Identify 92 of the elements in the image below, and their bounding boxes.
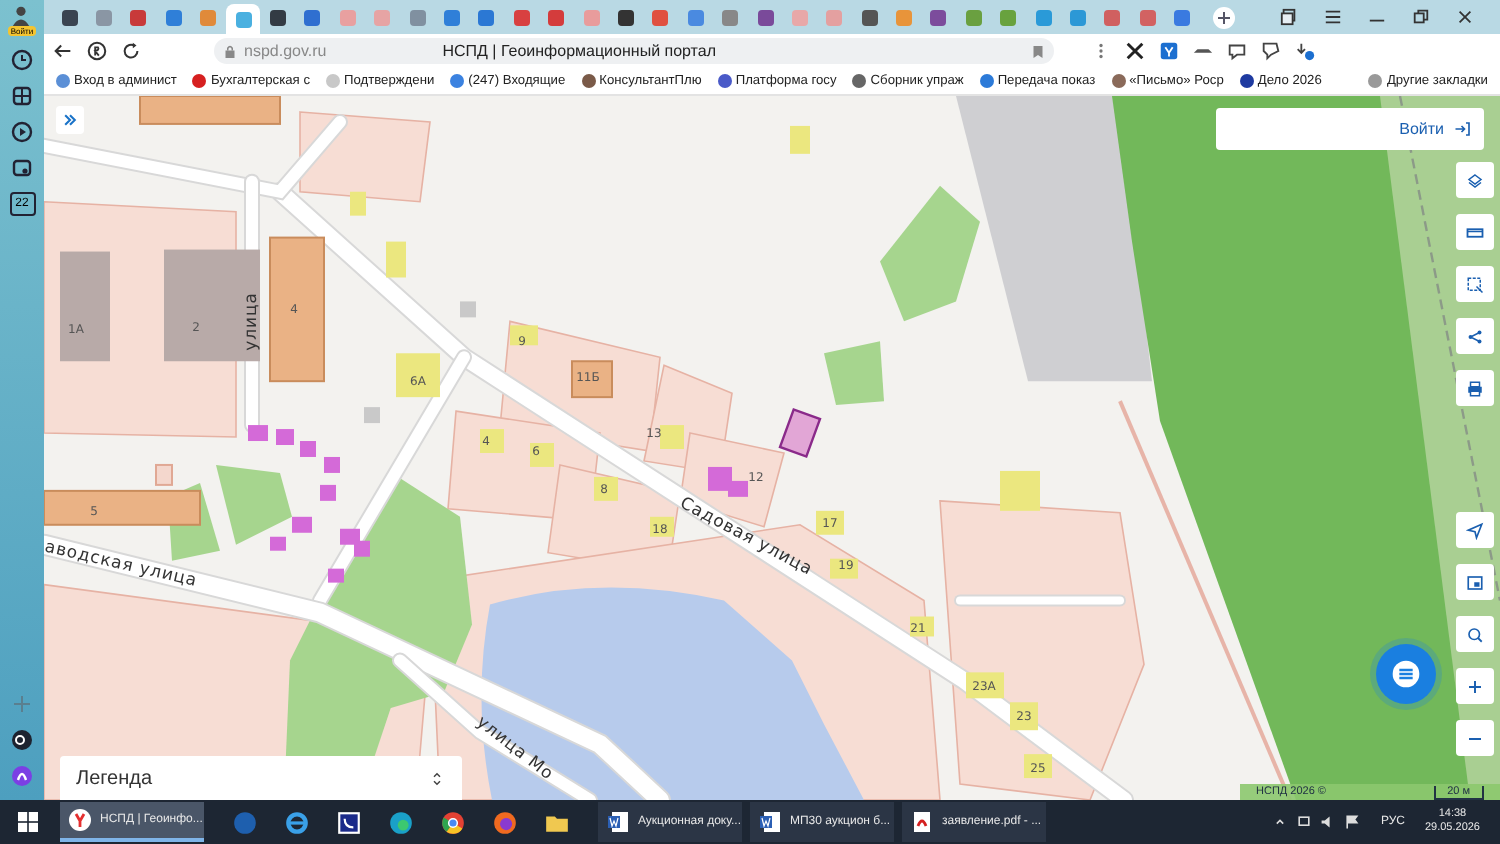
building	[966, 672, 1004, 699]
minimap-button[interactable]	[1456, 564, 1494, 600]
chat-icon	[1390, 658, 1422, 690]
chevron-up-icon[interactable]	[1272, 814, 1289, 830]
word-document-icon	[758, 810, 782, 834]
building	[910, 616, 934, 637]
building	[594, 476, 618, 501]
phone-icon[interactable]	[336, 809, 362, 835]
building	[790, 125, 810, 154]
image-icon[interactable]	[10, 156, 34, 180]
plus-icon	[1466, 677, 1484, 695]
page-title: НСПД | Геоинформационный портал	[440, 42, 718, 60]
login-icon	[1454, 120, 1472, 138]
new-tab-icon[interactable]	[1211, 5, 1236, 29]
navigation-arrow-icon	[1466, 521, 1484, 539]
windows-start-icon[interactable]	[16, 810, 40, 834]
url-text: nspd.gov.ru	[244, 42, 327, 60]
building	[571, 360, 613, 399]
search-icon	[1466, 625, 1484, 643]
selection-icon	[1466, 275, 1484, 293]
land-parcel	[299, 111, 431, 203]
building	[1000, 470, 1040, 511]
back-icon[interactable]	[52, 40, 74, 62]
minimap-icon	[1466, 573, 1484, 591]
park-area	[880, 185, 980, 322]
measure-button[interactable]	[1456, 214, 1494, 250]
building	[60, 251, 110, 362]
clock-icon[interactable]	[10, 48, 34, 72]
download-icon[interactable]	[1294, 40, 1316, 62]
speech-bubble-icon[interactable]	[1260, 40, 1282, 62]
play-icon[interactable]	[10, 120, 34, 144]
printer-icon	[1466, 379, 1484, 397]
selected-parcel[interactable]	[778, 408, 822, 459]
pdf-document-icon	[910, 810, 934, 834]
building	[364, 407, 380, 424]
flag-icon[interactable]	[1344, 814, 1361, 830]
grid-icon[interactable]	[10, 84, 34, 108]
network-icon[interactable]	[1296, 814, 1313, 830]
building	[530, 443, 554, 467]
building	[660, 425, 684, 449]
street-label: аводская улица	[44, 535, 200, 591]
assistant-icon[interactable]	[10, 728, 34, 752]
sort-chevron-icon	[428, 769, 446, 787]
layers-icon	[1466, 171, 1484, 189]
alice-icon[interactable]	[10, 764, 34, 788]
zoom-in-button[interactable]	[1456, 668, 1494, 704]
building	[816, 510, 844, 535]
chrome-icon[interactable]	[440, 809, 466, 835]
building	[155, 463, 173, 486]
building	[460, 301, 476, 318]
chat-bubble-icon[interactable]	[1226, 40, 1248, 62]
share-button[interactable]	[1456, 318, 1494, 354]
bookmark-icon[interactable]	[1032, 43, 1044, 59]
restore-icon[interactable]	[1412, 8, 1430, 26]
user-silhouette-icon	[10, 4, 33, 26]
extension-icon[interactable]	[1158, 40, 1180, 62]
firefox-icon[interactable]	[492, 809, 518, 835]
internet-explorer-icon[interactable]	[284, 809, 310, 835]
park-area	[824, 341, 884, 406]
building	[386, 241, 406, 278]
word-document-icon	[606, 810, 630, 834]
locate-button[interactable]	[1456, 512, 1494, 548]
double-chevron-icon	[62, 112, 78, 128]
building	[350, 191, 366, 216]
address-bar[interactable]: nspd.gov.ru НСПД | Геоинформационный портал	[214, 38, 1054, 64]
share-icon	[1466, 327, 1484, 345]
building	[650, 516, 674, 537]
park-area	[216, 464, 292, 545]
zoom-to-button[interactable]	[1456, 616, 1494, 652]
edge-icon[interactable]	[388, 809, 414, 835]
expand-panel-button[interactable]	[56, 106, 84, 134]
close-icon[interactable]	[1456, 8, 1474, 26]
login-button[interactable]: Войти	[1216, 108, 1484, 150]
building	[510, 325, 538, 346]
reload-icon[interactable]	[120, 40, 142, 62]
tab-copy-icon[interactable]	[1280, 8, 1298, 26]
building	[164, 249, 260, 362]
street-label: улица	[240, 292, 260, 351]
browser-logo-icon	[68, 808, 92, 832]
print-button[interactable]	[1456, 370, 1494, 406]
building	[830, 558, 858, 579]
building	[480, 429, 504, 453]
menu-icon[interactable]	[1324, 8, 1342, 26]
layers-button[interactable]	[1456, 162, 1494, 198]
select-area-button[interactable]	[1456, 266, 1494, 302]
lock-icon	[224, 43, 236, 59]
ruler-icon	[1466, 223, 1484, 241]
building	[396, 353, 440, 398]
legend-dropdown[interactable]: Легенда	[60, 756, 462, 800]
building	[1010, 702, 1038, 731]
scissors-icon[interactable]	[1124, 40, 1146, 62]
building	[1024, 754, 1052, 779]
